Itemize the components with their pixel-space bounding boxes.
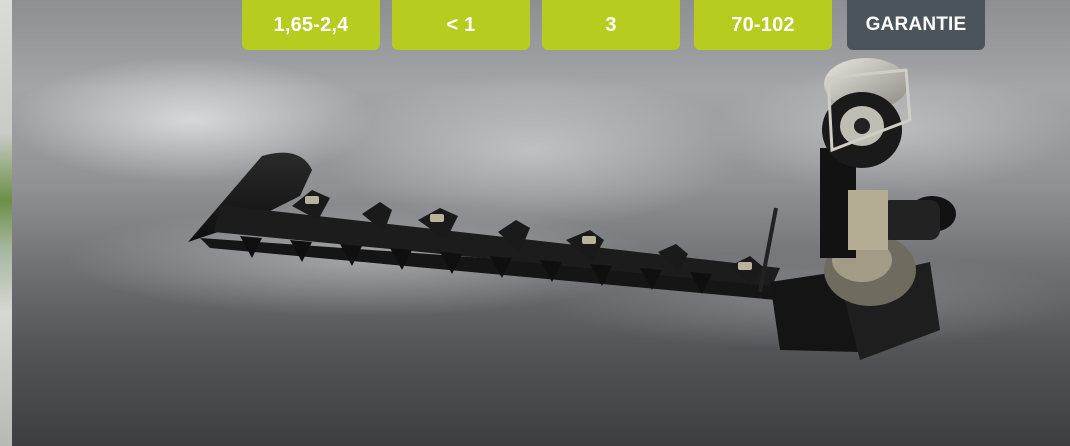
tab-weight[interactable]: < 1: [392, 0, 530, 50]
tab-count[interactable]: 3: [542, 0, 680, 50]
tab-power[interactable]: 70-102: [694, 0, 832, 50]
tab-working-width[interactable]: 1,65-2,4: [242, 0, 380, 50]
finger-bar-mower-image: [188, 58, 956, 360]
tab-guarantee[interactable]: GARANTIE: [847, 0, 985, 50]
spec-tabs: 1,65-2,4 < 1 3 70-102 GARANTIE: [0, 0, 1070, 50]
